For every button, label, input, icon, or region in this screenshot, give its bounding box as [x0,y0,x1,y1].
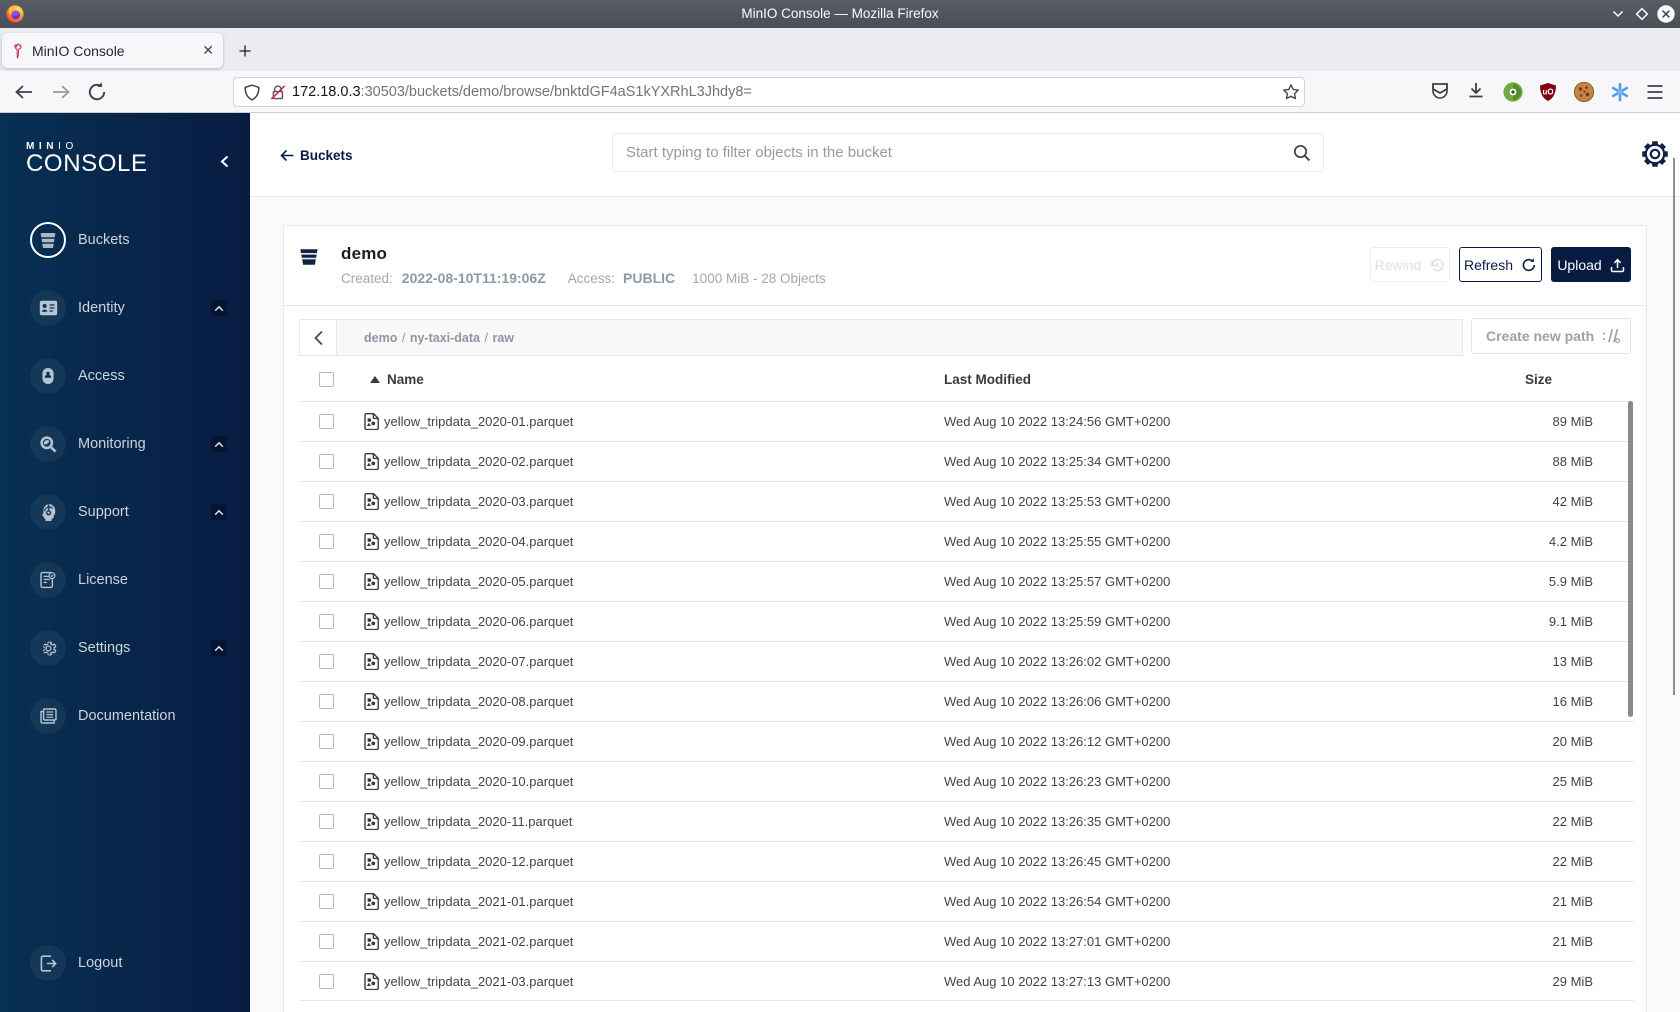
svg-text:uO: uO [1542,88,1553,97]
